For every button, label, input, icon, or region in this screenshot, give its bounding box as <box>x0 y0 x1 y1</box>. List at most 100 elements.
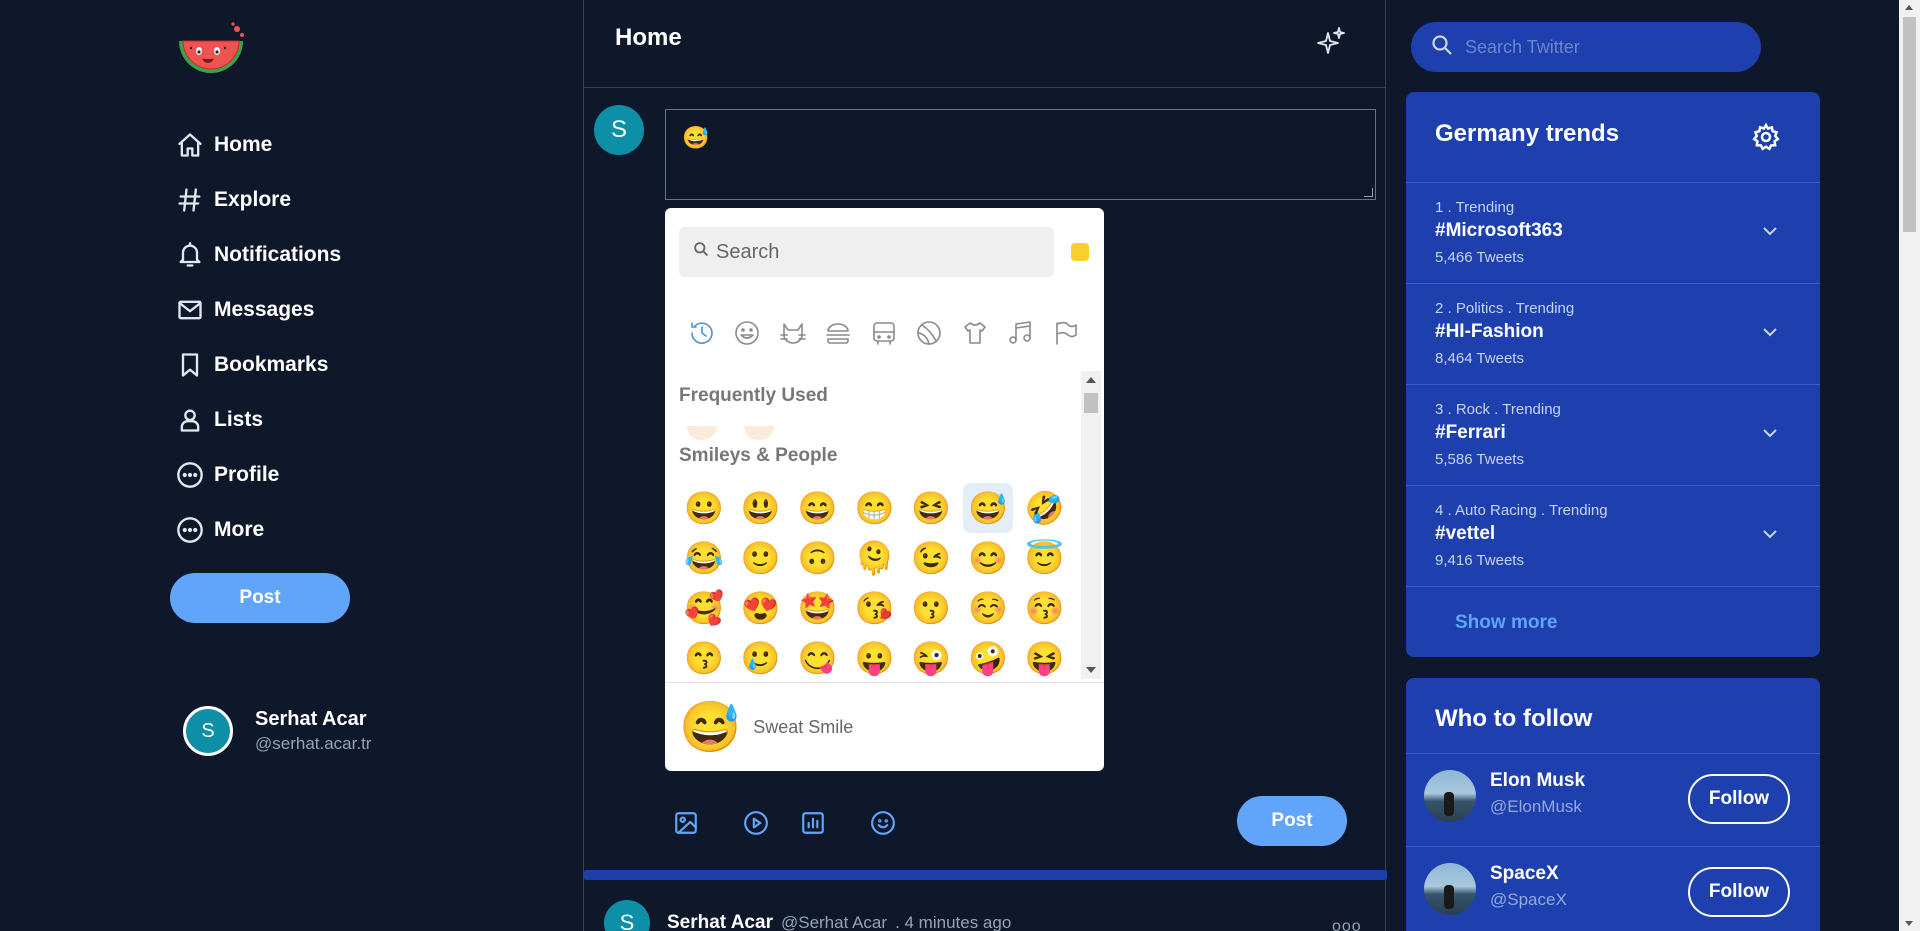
more-options-icon[interactable]: ooo <box>1332 918 1362 931</box>
emoji-option[interactable]: 😛 <box>849 633 899 679</box>
emoji-option[interactable]: 😂 <box>679 533 729 583</box>
nav-item-messages[interactable]: Messages <box>176 282 341 337</box>
trend-count: 5,586 Tweets <box>1435 451 1524 468</box>
skin-tone-button[interactable] <box>1071 243 1089 261</box>
sparkle-icon[interactable] <box>1314 25 1348 59</box>
activity-category-icon[interactable] <box>907 316 953 350</box>
emoji-option[interactable]: 😁 <box>849 483 899 533</box>
emoji-option[interactable]: 🤩 <box>793 583 843 633</box>
trend-item[interactable]: 1 . Trending #Microsoft363 5,466 Tweets <box>1406 182 1820 283</box>
emoji-search-input[interactable] <box>716 240 1046 264</box>
follow-suggestion[interactable]: SpaceX @SpaceX Follow <box>1406 846 1820 931</box>
nav-item-notifications[interactable]: Notifications <box>176 227 341 282</box>
emoji-option[interactable]: 🥰 <box>679 583 729 633</box>
trend-count: 5,466 Tweets <box>1435 249 1524 266</box>
scroll-up-arrow[interactable] <box>1905 5 1913 10</box>
emoji-icon[interactable] <box>865 805 900 840</box>
scroll-thumb[interactable] <box>1084 393 1098 413</box>
emoji-picker: Frequently Used Smileys & People 😀😃😄😁😆😅🤣… <box>665 208 1104 771</box>
user-name: Serhat Acar <box>255 708 367 730</box>
chevron-down-icon[interactable] <box>1760 322 1780 342</box>
trends-title: Germany trends <box>1435 120 1620 147</box>
scroll-thumb[interactable] <box>1903 17 1916 232</box>
follow-title: Who to follow <box>1435 705 1593 732</box>
follow-button[interactable]: Follow <box>1688 867 1790 917</box>
emoji-option[interactable]: 😗 <box>906 583 956 633</box>
emoji-option[interactable]: 🙂 <box>736 533 786 583</box>
nav-item-explore[interactable]: Explore <box>176 172 341 227</box>
tweet-author-name[interactable]: Serhat Acar <box>667 912 773 931</box>
emoji-option[interactable]: 😄 <box>793 483 843 533</box>
emoji-option[interactable]: 🤪 <box>963 633 1013 679</box>
resize-handle[interactable] <box>1364 188 1373 197</box>
emoji-option[interactable]: 🤣 <box>1020 483 1070 533</box>
gear-icon[interactable] <box>1751 122 1781 152</box>
emoji-option[interactable]: 😇 <box>1020 533 1070 583</box>
scroll-down-arrow[interactable] <box>1905 921 1913 926</box>
chevron-down-icon[interactable] <box>1760 423 1780 443</box>
nav-item-lists[interactable]: Lists <box>176 392 341 447</box>
chevron-down-icon[interactable] <box>1760 524 1780 544</box>
nav-item-profile[interactable]: Profile <box>176 447 341 502</box>
scroll-down-arrow[interactable] <box>1086 667 1096 673</box>
chevron-down-icon[interactable] <box>1760 221 1780 241</box>
nav-label: Messages <box>214 297 315 321</box>
recent-category-icon[interactable] <box>679 316 725 350</box>
animal-category-icon[interactable] <box>770 316 816 350</box>
flags-category-icon[interactable] <box>1043 316 1089 350</box>
frequent-emoji[interactable] <box>687 426 717 440</box>
picker-scrollbar[interactable] <box>1081 371 1101 679</box>
dots-circle-icon <box>176 461 214 489</box>
emoji-option[interactable]: 😉 <box>906 533 956 583</box>
emoji-option[interactable]: 😙 <box>679 633 729 679</box>
emoji-option[interactable]: 😚 <box>1020 583 1070 633</box>
nav-item-more[interactable]: More <box>176 502 341 557</box>
follow-button[interactable]: Follow <box>1688 774 1790 824</box>
image-icon[interactable] <box>668 805 703 840</box>
who-to-follow-panel: Who to follow Elon Musk @ElonMusk Follow… <box>1406 678 1820 931</box>
emoji-option[interactable]: 🥲 <box>736 633 786 679</box>
emoji-option[interactable]: 🙃 <box>793 533 843 583</box>
emoji-option[interactable]: 🫠 <box>849 533 899 583</box>
follow-suggestion[interactable]: Elon Musk @ElonMusk Follow <box>1406 753 1820 846</box>
avatar[interactable] <box>1424 770 1476 822</box>
gif-icon[interactable] <box>738 805 773 840</box>
emoji-option[interactable]: 😅 <box>962 483 1013 533</box>
emoji-option[interactable]: 😋 <box>793 633 843 679</box>
emoji-option[interactable]: 😀 <box>679 483 729 533</box>
trend-item[interactable]: 2 . Politics . Trending #HI-Fashion 8,46… <box>1406 283 1820 384</box>
emoji-option[interactable]: 😜 <box>906 633 956 679</box>
nav-item-bookmarks[interactable]: Bookmarks <box>176 337 341 392</box>
watermelon-logo[interactable] <box>175 21 247 77</box>
trend-item[interactable]: 4 . Auto Racing . Trending #vettel 9,416… <box>1406 485 1820 586</box>
avatar: S <box>183 706 233 756</box>
trend-item[interactable]: 3 . Rock . Trending #Ferrari 5,586 Tweet… <box>1406 384 1820 485</box>
nav-item-home[interactable]: Home <box>176 117 341 172</box>
frequent-emoji[interactable] <box>744 426 774 440</box>
page-scrollbar[interactable] <box>1899 0 1920 931</box>
emoji-option[interactable]: 😘 <box>849 583 899 633</box>
emoji-option[interactable]: ☺️ <box>963 583 1013 633</box>
avatar[interactable] <box>1424 863 1476 915</box>
show-more-link[interactable]: Show more <box>1455 612 1557 634</box>
search-icon <box>693 241 710 263</box>
symbols-category-icon[interactable] <box>998 316 1044 350</box>
emoji-option[interactable]: 😆 <box>906 483 956 533</box>
emoji-option[interactable]: 😍 <box>736 583 786 633</box>
travel-category-icon[interactable] <box>861 316 907 350</box>
objects-category-icon[interactable] <box>952 316 998 350</box>
food-category-icon[interactable] <box>816 316 862 350</box>
compose-post-button[interactable]: Post <box>1237 796 1347 846</box>
emoji-option[interactable]: 😝 <box>1020 633 1070 679</box>
avatar[interactable]: S <box>604 900 650 931</box>
emoji-option[interactable]: 😃 <box>736 483 786 533</box>
twitter-search <box>1411 22 1761 72</box>
emoji-option[interactable]: 😊 <box>963 533 1013 583</box>
sidebar-post-button[interactable]: Post <box>170 573 350 623</box>
poll-icon[interactable] <box>795 805 830 840</box>
compose-textarea[interactable]: 😅 <box>665 109 1376 200</box>
smiley-category-icon[interactable] <box>725 316 771 350</box>
search-input[interactable] <box>1465 36 1755 58</box>
scroll-up-arrow[interactable] <box>1086 377 1096 383</box>
account-switcher[interactable]: S Serhat Acar @serhat.acar.tr <box>183 706 371 756</box>
